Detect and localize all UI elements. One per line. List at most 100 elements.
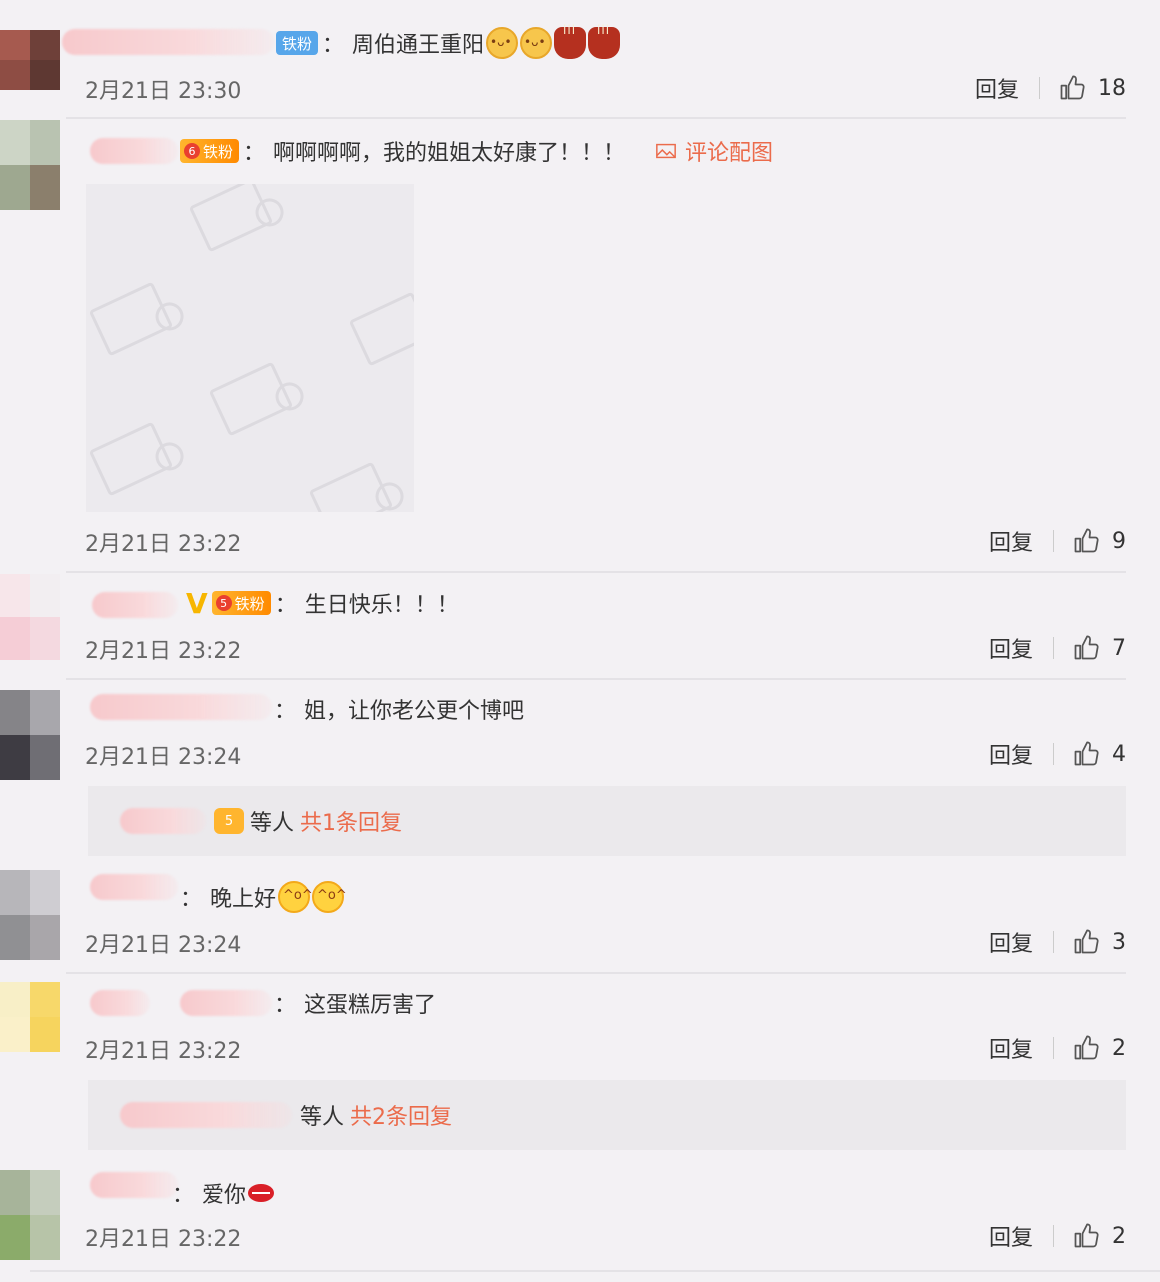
cake-emoji-icon	[588, 23, 621, 59]
crown-icon: 5	[214, 808, 244, 834]
like-count: 3	[1112, 929, 1126, 955]
avatar[interactable]	[0, 870, 60, 960]
comment-text: 晚上好	[210, 887, 277, 912]
thumbs-up-icon	[1074, 528, 1099, 553]
reply-button[interactable]: 回复	[989, 926, 1033, 958]
cake-emoji-icon	[554, 23, 587, 59]
verified-v-icon: V	[186, 586, 208, 620]
thumbs-up-icon	[1060, 75, 1085, 100]
avatar[interactable]	[0, 1170, 60, 1260]
thumbs-up-icon	[1074, 741, 1099, 766]
comment-item: 铁粉 ： 周伯通王重阳 2月21日 23:30 回复 18	[0, 0, 1160, 120]
avatar[interactable]	[0, 982, 60, 1052]
comment-text: 爱你	[202, 1183, 247, 1208]
comment-time: 2月21日 23:24	[85, 933, 242, 958]
thumbs-up-icon	[1074, 635, 1099, 660]
username-blurred[interactable]	[90, 990, 150, 1016]
sub-reply-others: 等人	[250, 811, 295, 836]
divider	[1053, 743, 1054, 765]
laughing-emoji-icon	[312, 881, 347, 913]
like-count: 18	[1098, 75, 1126, 101]
username-blurred[interactable]	[90, 694, 272, 720]
comment-image-placeholder[interactable]	[86, 184, 414, 512]
comment-text: 这蛋糕厉害了	[304, 993, 437, 1018]
fan-badge: 铁粉	[276, 31, 319, 55]
crown-icon: 5	[215, 595, 232, 611]
comment-time: 2月21日 23:24	[85, 745, 242, 770]
comment-item: ： 晚上好 2月21日 23:24 回复 3	[0, 870, 1160, 974]
comment-text: 周伯通王重阳	[352, 33, 485, 58]
username-blurred[interactable]	[90, 874, 178, 900]
colon: ：	[243, 141, 266, 166]
like-button[interactable]: 2	[1072, 1222, 1126, 1250]
thumbs-up-icon	[1074, 1223, 1099, 1248]
like-count: 4	[1112, 741, 1126, 767]
avatar[interactable]	[0, 120, 60, 210]
comment-item: V 5 铁粉 ： 生日快乐！！！ 2月21日 23:22 回复 7	[0, 574, 1160, 680]
colon: ：	[172, 1183, 195, 1208]
colon: ：	[322, 33, 345, 58]
avatar[interactable]	[0, 574, 60, 660]
reply-button[interactable]: 回复	[989, 525, 1033, 557]
reply-button[interactable]: 回复	[989, 632, 1033, 664]
comment-time: 2月21日 23:22	[85, 1039, 242, 1064]
reply-button[interactable]: 回复	[975, 72, 1019, 104]
sub-reply-summary[interactable]: 等人 共2条回复	[88, 1080, 1126, 1150]
sub-reply-others: 等人	[300, 1105, 345, 1130]
fan-badge: 5 铁粉	[211, 591, 271, 615]
username-blurred[interactable]	[180, 990, 272, 1016]
image-icon	[656, 143, 676, 159]
username-blurred[interactable]	[90, 1172, 178, 1198]
avatar[interactable]	[0, 30, 60, 90]
avatar[interactable]	[0, 690, 60, 780]
like-count: 7	[1112, 635, 1126, 661]
separator	[66, 571, 1126, 573]
reply-button[interactable]: 回复	[989, 738, 1033, 770]
comment-item: ： 姐，让你老公更个博吧 2月21日 23:24 回复 4 5 等人 共1条回复	[0, 680, 1160, 870]
comment-text: 生日快乐！！！	[304, 593, 459, 618]
dog-emoji-icon	[520, 27, 553, 59]
like-count: 9	[1112, 528, 1126, 554]
sub-reply-summary[interactable]: 5 等人 共1条回复	[88, 786, 1126, 856]
divider	[1053, 530, 1054, 552]
comment-item: ： 爱你 2月21日 23:22 回复 2	[0, 1166, 1160, 1270]
reply-button[interactable]: 回复	[989, 1032, 1033, 1064]
sub-reply-count-link[interactable]: 共1条回复	[300, 805, 402, 837]
thumbs-up-icon	[1074, 1035, 1099, 1060]
colon: ：	[274, 699, 297, 724]
separator	[66, 117, 1126, 119]
divider	[1053, 637, 1054, 659]
separator	[30, 1270, 1160, 1272]
like-button[interactable]: 3	[1072, 928, 1126, 956]
like-button[interactable]: 9	[1072, 527, 1126, 555]
username-blurred[interactable]	[90, 138, 178, 164]
like-count: 2	[1112, 1223, 1126, 1249]
divider	[1053, 1225, 1054, 1247]
username-blurred[interactable]	[92, 592, 178, 618]
username-blurred	[120, 808, 206, 834]
lips-emoji-icon	[248, 1184, 275, 1202]
colon: ：	[274, 993, 297, 1018]
divider	[1039, 77, 1040, 99]
username-blurred	[120, 1102, 292, 1128]
comment-image-link[interactable]: 评论配图	[655, 135, 773, 167]
fan-badge: 6 铁粉	[180, 139, 240, 163]
divider	[1053, 931, 1054, 953]
colon: ：	[274, 593, 297, 618]
thumbs-up-icon	[1074, 929, 1099, 954]
like-button[interactable]: 7	[1072, 634, 1126, 662]
like-button[interactable]: 2	[1072, 1034, 1126, 1062]
comment-time: 2月21日 23:22	[85, 1227, 242, 1252]
like-button[interactable]: 4	[1072, 740, 1126, 768]
like-button[interactable]: 18	[1058, 74, 1126, 102]
comment-time: 2月21日 23:30	[85, 79, 242, 104]
sub-reply-count-link[interactable]: 共2条回复	[350, 1099, 452, 1131]
comment-text: 姐，让你老公更个博吧	[304, 699, 525, 724]
comment-item: 6 铁粉 ： 啊啊啊啊，我的姐姐太好康了！！！ 评论配图 2月21日 23:22…	[0, 120, 1160, 574]
colon: ：	[180, 887, 203, 912]
like-count: 2	[1112, 1035, 1126, 1061]
crown-icon: 6	[184, 143, 200, 159]
username-blurred[interactable]	[62, 29, 274, 55]
comment-text: 啊啊啊啊，我的姐姐太好康了！！！	[273, 141, 626, 166]
reply-button[interactable]: 回复	[989, 1220, 1033, 1252]
